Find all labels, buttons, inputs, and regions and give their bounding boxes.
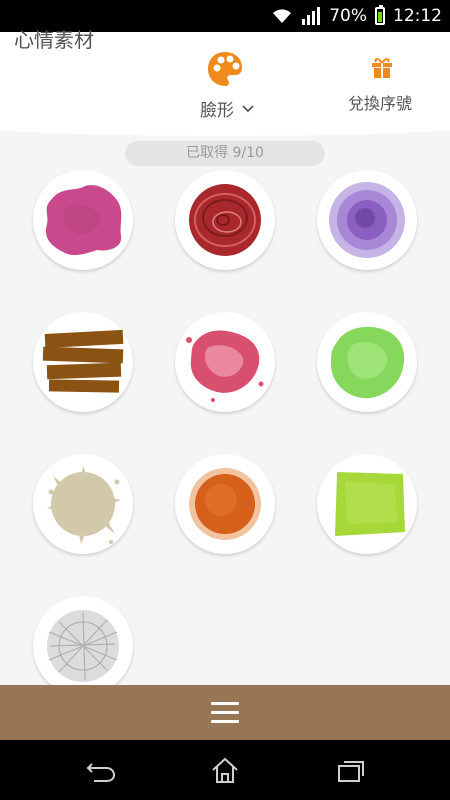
beige-splatter-swatch bbox=[47, 466, 121, 544]
category-dropdown[interactable]: 臉形 bbox=[200, 96, 254, 121]
swatch-item[interactable] bbox=[317, 170, 417, 270]
bottom-menu-bar bbox=[0, 685, 450, 740]
swatch-grid bbox=[0, 168, 450, 685]
swatch-item[interactable] bbox=[317, 454, 417, 554]
category-label: 臉形 bbox=[200, 101, 234, 121]
swatch-item[interactable] bbox=[33, 312, 133, 412]
system-nav-bar bbox=[0, 740, 450, 800]
progress-pill: 已取得 9/10 bbox=[125, 141, 325, 166]
wifi-icon bbox=[273, 9, 292, 23]
pink-blob-swatch bbox=[45, 185, 122, 256]
brown-brush-strokes-swatch bbox=[42, 329, 124, 393]
redeem-code-button[interactable]: 兌換序號 bbox=[348, 90, 412, 114]
green-watercolor-swatch bbox=[331, 326, 405, 399]
red-scribble-circle-swatch bbox=[189, 184, 261, 256]
gift-icon[interactable] bbox=[370, 55, 394, 79]
page-title: 心情素材 bbox=[14, 28, 94, 52]
battery-icon bbox=[375, 5, 385, 25]
chevron-down-icon bbox=[242, 104, 254, 112]
pink-watercolor-splash-swatch bbox=[186, 330, 264, 402]
gray-sketch-swatch bbox=[47, 610, 119, 682]
swatch-item[interactable] bbox=[175, 170, 275, 270]
battery-percent: 70% bbox=[329, 6, 367, 26]
recent-apps-icon[interactable] bbox=[336, 756, 366, 784]
clock: 12:12 bbox=[393, 6, 442, 26]
signal-icon bbox=[302, 7, 321, 25]
palette-icon[interactable] bbox=[206, 50, 244, 88]
swatch-item[interactable] bbox=[33, 596, 133, 685]
swatch-item[interactable] bbox=[175, 312, 275, 412]
swatch-item[interactable] bbox=[33, 170, 133, 270]
back-icon[interactable] bbox=[86, 756, 116, 784]
orange-dust-swatch bbox=[189, 468, 261, 540]
swatch-item[interactable] bbox=[175, 454, 275, 554]
swatch-item[interactable] bbox=[317, 312, 417, 412]
home-icon[interactable] bbox=[210, 756, 240, 784]
lime-brush-swatch bbox=[335, 472, 405, 536]
menu-icon[interactable] bbox=[211, 702, 239, 724]
swatch-item[interactable] bbox=[33, 454, 133, 554]
purple-crayon-circle-swatch bbox=[329, 182, 405, 258]
